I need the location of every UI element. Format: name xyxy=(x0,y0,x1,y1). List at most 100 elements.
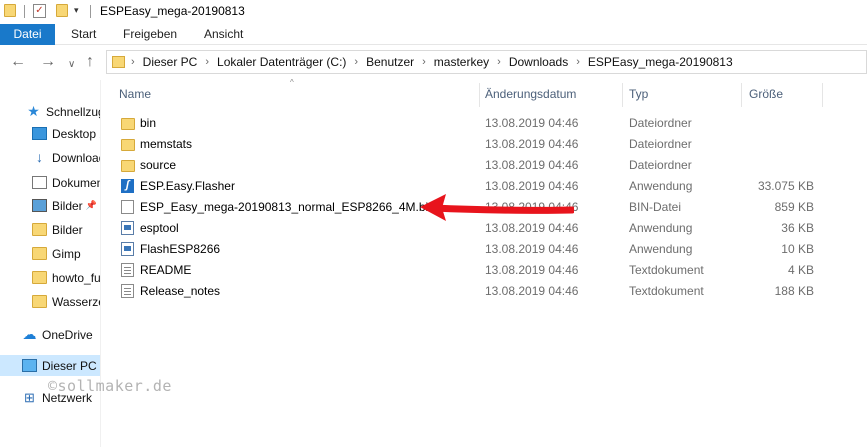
folder-icon xyxy=(32,247,47,260)
new-folder-icon[interactable] xyxy=(56,4,68,17)
navigation-bar: ← → ∨ ↑ › Dieser PC › Lokaler Datenträge… xyxy=(0,47,867,79)
computer-icon xyxy=(22,359,37,372)
chevron-right-icon[interactable]: › xyxy=(131,56,135,68)
sidebar-item-label: Desktop xyxy=(52,126,97,141)
sidebar-item-documents[interactable]: Dokumente 📌 xyxy=(32,172,100,193)
file-size: 36 KB xyxy=(781,221,814,235)
file-row-bin[interactable]: bin 13.08.2019 04:46 Dateiordner xyxy=(117,113,822,134)
network-icon: ⊞ xyxy=(24,390,35,405)
quick-access-dropdown-icon[interactable]: ▾ xyxy=(74,5,79,16)
tab-share[interactable]: Freigeben xyxy=(109,24,191,45)
chevron-right-icon[interactable]: › xyxy=(497,56,501,68)
tab-file[interactable]: Datei xyxy=(0,24,55,45)
forward-arrow-icon[interactable]: → xyxy=(40,54,56,70)
breadcrumb-users[interactable]: Benutzer xyxy=(366,55,414,69)
file-size: 33.075 KB xyxy=(757,179,814,193)
file-size: 4 KB xyxy=(787,263,814,277)
column-divider[interactable] xyxy=(741,83,742,107)
file-size: 188 KB xyxy=(774,284,814,298)
file-type: Dateiordner xyxy=(629,158,692,172)
app-icon xyxy=(121,242,134,256)
watermark-text: ©sollmaker.de xyxy=(48,377,172,395)
file-name: FlashESP8266 xyxy=(140,242,221,256)
folder-icon xyxy=(32,223,47,236)
folder-icon xyxy=(121,118,135,130)
file-type: Dateiordner xyxy=(629,137,692,151)
column-divider[interactable] xyxy=(479,83,480,107)
sidebar-item-label: howto_fu xyxy=(52,270,100,285)
file-name: memstats xyxy=(140,137,193,151)
folder-icon xyxy=(32,271,47,284)
column-divider[interactable] xyxy=(622,83,623,107)
sidebar-item-label: Schnellzugriff xyxy=(46,104,100,119)
file-row-memstats[interactable]: memstats 13.08.2019 04:46 Dateiordner xyxy=(117,134,822,155)
file-date: 13.08.2019 04:46 xyxy=(485,158,579,172)
chevron-right-icon[interactable]: › xyxy=(422,56,426,68)
sidebar-item-label: Dokumente xyxy=(52,175,100,190)
toolbar-divider xyxy=(24,5,25,18)
sidebar-item-label: Bilder xyxy=(52,198,83,213)
tab-start[interactable]: Start xyxy=(57,24,110,45)
cloud-icon: ☁ xyxy=(22,326,37,342)
file-type: Anwendung xyxy=(629,221,693,235)
sidebar-item-gimp[interactable]: Gimp xyxy=(32,243,81,264)
sidebar-item-onedrive[interactable]: ☁ OneDrive xyxy=(22,324,93,345)
column-header-date[interactable]: Änderungsdatum xyxy=(485,87,576,105)
breadcrumb-current-folder[interactable]: ESPEasy_mega-20190813 xyxy=(588,55,733,69)
sidebar-item-watermark[interactable]: Wasserzeichen xyxy=(32,291,100,312)
breadcrumb-this-pc[interactable]: Dieser PC xyxy=(143,55,198,69)
file-row-flashesp8266[interactable]: FlashESP8266 13.08.2019 04:46 Anwendung … xyxy=(117,239,822,260)
file-name: ESP_Easy_mega-20190813_normal_ESP8266_4M… xyxy=(140,200,435,214)
file-type: Anwendung xyxy=(629,242,693,256)
sidebar-item-downloads[interactable]: ↓ Downloads 📌 xyxy=(32,147,100,168)
properties-icon[interactable]: ✓ xyxy=(33,4,46,18)
file-row-readme[interactable]: README 13.08.2019 04:46 Textdokument 4 K… xyxy=(117,260,822,281)
back-arrow-icon[interactable]: ← xyxy=(10,54,26,70)
file-name: source xyxy=(140,158,177,172)
file-type: BIN-Datei xyxy=(629,200,682,214)
file-date: 13.08.2019 04:46 xyxy=(485,263,579,277)
flasher-app-icon: ʃ xyxy=(121,179,134,193)
ribbon-tabs: Datei Start Freigeben Ansicht xyxy=(0,24,867,45)
recent-locations-chevron-icon[interactable]: ∨ xyxy=(68,57,75,73)
sidebar-item-quick-access[interactable]: ★ Schnellzugriff xyxy=(26,101,100,122)
folder-icon xyxy=(112,56,125,68)
address-bar[interactable]: › Dieser PC › Lokaler Datenträger (C:) ›… xyxy=(106,50,867,74)
file-name: bin xyxy=(140,116,157,130)
sidebar-item-label: Bilder xyxy=(52,222,83,237)
chevron-right-icon[interactable]: › xyxy=(354,56,358,68)
sort-ascending-icon: ^ xyxy=(290,78,294,87)
sidebar-item-this-pc[interactable]: Dieser PC xyxy=(0,355,100,376)
file-row-release-notes[interactable]: Release_notes 13.08.2019 04:46 Textdokum… xyxy=(117,281,822,302)
column-header-name[interactable]: Name xyxy=(119,87,151,105)
tab-view[interactable]: Ansicht xyxy=(190,24,257,45)
sidebar-item-pictures[interactable]: Bilder 📌 xyxy=(32,195,97,216)
sidebar-item-label: Wasserzeichen xyxy=(52,294,100,309)
pictures-icon xyxy=(32,199,47,212)
sidebar-item-label: Dieser PC xyxy=(42,358,97,373)
desktop-icon xyxy=(32,127,47,140)
sidebar-item-howto[interactable]: howto_fu xyxy=(32,267,100,288)
text-file-icon xyxy=(121,284,134,298)
column-header-type[interactable]: Typ xyxy=(629,87,648,105)
column-divider[interactable] xyxy=(822,83,823,107)
breadcrumb-drive[interactable]: Lokaler Datenträger (C:) xyxy=(217,55,346,69)
star-icon: ★ xyxy=(27,103,40,119)
file-date: 13.08.2019 04:46 xyxy=(485,284,579,298)
file-type: Dateiordner xyxy=(629,116,692,130)
file-name: Release_notes xyxy=(140,284,221,298)
file-size: 10 KB xyxy=(781,242,814,256)
breadcrumb-user[interactable]: masterkey xyxy=(434,55,489,69)
chevron-right-icon[interactable]: › xyxy=(205,56,209,68)
sidebar-item-desktop[interactable]: Desktop 📌 xyxy=(32,123,100,144)
breadcrumb-downloads[interactable]: Downloads xyxy=(509,55,568,69)
chevron-right-icon[interactable]: › xyxy=(576,56,580,68)
up-arrow-icon[interactable]: ↑ xyxy=(86,54,94,70)
column-header-size[interactable]: Größe xyxy=(749,87,783,105)
document-icon xyxy=(32,176,47,189)
download-icon: ↓ xyxy=(36,149,43,165)
folder-icon xyxy=(121,139,135,151)
file-row-source[interactable]: source 13.08.2019 04:46 Dateiordner xyxy=(117,155,822,176)
sidebar-item-bilder-folder[interactable]: Bilder xyxy=(32,219,83,240)
folder-icon xyxy=(4,4,16,17)
